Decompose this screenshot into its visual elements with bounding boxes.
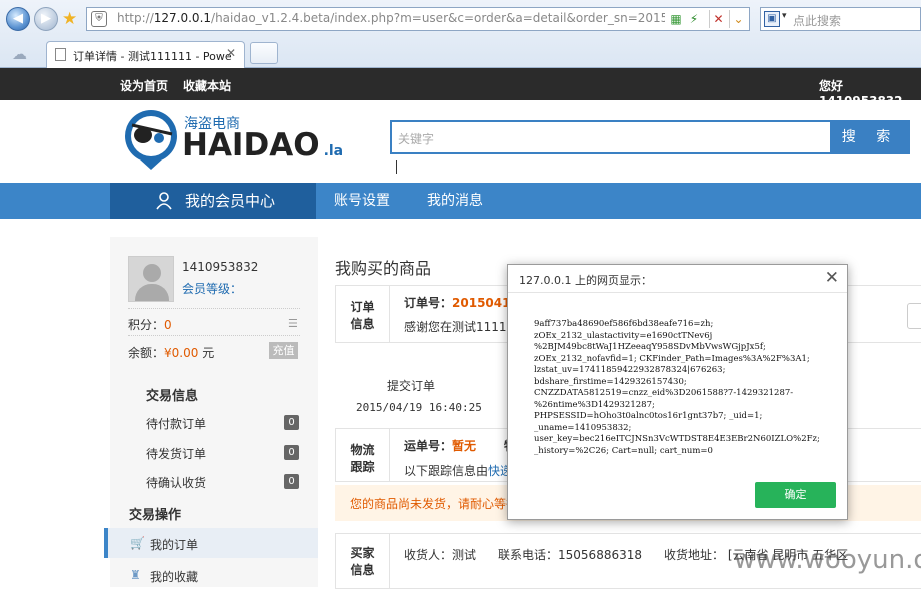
buyer-name: 收货人：测试 [404,548,477,562]
recharge-button[interactable]: 充值 [269,342,298,359]
member-level-link[interactable]: 会员等级： [182,280,242,297]
sidebar-item-my-orders[interactable]: 我的订单 [150,536,198,553]
trade-info-heading: 交易信息 [146,389,199,404]
set-home-link[interactable]: 设为首页 [120,77,168,94]
close-icon[interactable]: ✕ [825,268,839,288]
search-engine-dropdown-icon[interactable]: ▾ [782,11,787,21]
tab-title: 订单详情 - 测试111111 - Powe [73,50,232,63]
divider [508,292,847,293]
stop-icon[interactable]: ✕ [709,10,727,28]
tracking-number: 运单号：暂无物 [404,439,516,453]
pending-shipment-count: 0 [284,445,299,460]
sidebar-item-pending-shipment[interactable]: 待发货订单 [146,445,206,462]
cloud-icon[interactable]: ☁ [12,45,27,63]
user-icon [156,192,172,210]
text-cursor [396,160,397,174]
close-tab-icon[interactable]: ✕ [226,46,236,60]
buyer-phone: 联系电话：15056886318 [498,548,642,562]
tab-strip: ☁ 订单详情 - 测试111111 - Powe ✕ [0,38,921,68]
dropdown-chevron-icon[interactable]: ⌄ [729,10,747,28]
sidebar-item-my-favorites[interactable]: 我的收藏 [150,568,198,585]
favorite-icon: ♜ [130,568,141,582]
dialog-title: 127.0.0.1 上的网页显示： [519,274,652,287]
nav-account-settings[interactable]: 账号设置 [334,183,390,219]
browser-chrome: ◀ ▶ ★ ⛨ http://127.0.0.1/haidao_v1.2.4.b… [0,0,921,68]
alert-dialog: 127.0.0.1 上的网页显示： ✕ 9aff737ba48690ef586f… [507,264,848,520]
browser-tab[interactable]: 订单详情 - 测试111111 - Powe ✕ [46,41,245,68]
compat-view-icon[interactable]: ▦ [667,10,685,28]
browser-search-box[interactable]: ▣ ▾ 点此搜索 [760,7,921,31]
pending-receipt-count: 0 [284,474,299,489]
page-title: 我购买的商品 [335,259,432,278]
dialog-message: 9aff737ba48690ef586f6bd38eafe716=zh; zOE… [534,319,820,456]
back-button[interactable]: ◀ [6,7,30,31]
compat-shield-icon[interactable]: ⛨ [91,11,107,27]
page-icon [55,48,66,61]
balance-row: 余额：¥0.00 元 [128,346,215,360]
pending-payment-count: 0 [284,415,299,430]
speed-mode-icon[interactable]: ⚡ [685,10,703,28]
browser-search-placeholder: 点此搜索 [793,14,842,28]
site-top-bar: 设为首页 收藏本站 您好 1410953832 [0,68,921,108]
ok-button[interactable]: 确定 [755,482,836,508]
favorites-star-icon[interactable]: ★ [62,9,77,29]
shipping-heading: 物流 跟踪 [336,429,390,481]
list-icon[interactable]: ☰ [288,317,298,330]
avatar[interactable] [128,256,174,302]
user-greeting[interactable]: 您好 1410953832 [819,77,921,108]
bookmark-site-link[interactable]: 收藏本站 [183,77,231,94]
nav-my-messages[interactable]: 我的消息 [427,183,483,219]
buyer-info-heading: 买家 信息 [336,534,390,588]
member-sidebar: 1410953832 会员等级： 积分：0 ☰ 余额：¥0.00 元 充值 交易… [104,237,318,587]
new-tab-button[interactable] [250,42,278,64]
address-url[interactable]: http://127.0.0.1/haidao_v1.2.4.beta/inde… [117,11,665,25]
forward-button[interactable]: ▶ [34,7,58,31]
sidebar-item-pending-payment[interactable]: 待付款订单 [146,415,206,432]
submit-order-time: 2015/04/19 16:40:25 [356,401,482,414]
haidao-logo-icon[interactable] [122,108,180,170]
submit-order-step: 提交订单 [387,379,436,393]
points-row: 积分：0 [128,318,172,332]
side-action-button[interactable] [907,303,921,329]
sidebar-username: 1410953832 [182,260,259,274]
site-search-input[interactable]: 关键字 [390,120,830,154]
main-nav: 我的会员中心 账号设置 我的消息 [0,183,921,219]
order-info-heading: 订单 信息 [336,286,390,342]
site-search-button[interactable]: 搜 索 [830,120,910,154]
watermark: www.wooyun.org [734,545,921,575]
sidebar-item-pending-receipt[interactable]: 待确认收货 [146,474,206,491]
logo-en-text: HAIDAO .la [182,127,344,163]
address-bar[interactable]: ⛨ http://127.0.0.1/haidao_v1.2.4.beta/in… [86,7,750,31]
nav-member-label: 我的会员中心 [185,192,276,210]
search-engine-icon[interactable]: ▣ [764,11,780,27]
divider [128,308,300,309]
divider [128,335,300,336]
cart-icon: 🛒 [130,536,145,550]
trade-ops-heading: 交易操作 [129,508,182,523]
nav-member-center[interactable]: 我的会员中心 [110,183,316,219]
